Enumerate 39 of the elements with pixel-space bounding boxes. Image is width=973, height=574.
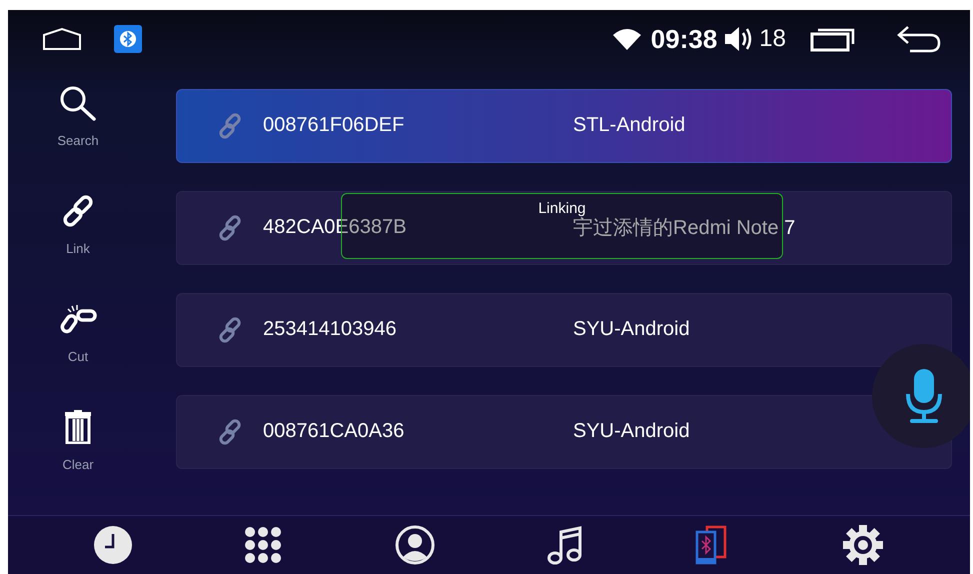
device-row[interactable]: 253414103946 SYU-Android <box>176 292 952 367</box>
search-icon <box>58 84 98 122</box>
volume-icon <box>723 25 754 54</box>
contacts-nav-button[interactable] <box>394 524 435 565</box>
person-icon <box>394 524 435 565</box>
bluetooth-phones-icon <box>695 524 730 565</box>
trash-icon <box>62 410 93 444</box>
wifi-icon <box>610 27 643 52</box>
device-address: 008761F06DEF <box>263 114 404 138</box>
music-note-icon <box>547 524 584 565</box>
volume-level: 18 <box>759 25 786 54</box>
settings-icon <box>842 524 884 566</box>
app-grid-icon <box>244 526 282 564</box>
search-button[interactable]: Search <box>57 82 99 191</box>
bluetooth-nav-button[interactable] <box>695 524 730 565</box>
device-address: 008761CA0A36 <box>263 420 404 444</box>
back-icon[interactable] <box>896 25 942 54</box>
device-address: 253414103946 <box>263 318 396 342</box>
music-nav-button[interactable] <box>547 524 584 565</box>
device-name: STL-Android <box>573 114 686 138</box>
link-button[interactable]: Link <box>61 190 95 299</box>
microphone-icon <box>904 368 944 424</box>
device-row[interactable]: 008761F06DEF STL-Android <box>176 88 952 163</box>
settings-nav-button[interactable] <box>842 524 884 566</box>
recent-apps-icon[interactable] <box>810 26 856 52</box>
apps-nav-button[interactable] <box>244 526 282 564</box>
bluetooth-app-icon[interactable] <box>114 25 142 54</box>
device-name: 宇过添情的Redmi Note 7 <box>573 216 796 242</box>
clock-time: 09:38 <box>650 24 718 55</box>
chain-link-icon <box>61 194 95 228</box>
cut-button[interactable]: Cut <box>58 298 98 407</box>
home-icon[interactable] <box>42 27 82 52</box>
device-name: SYU-Android <box>573 420 690 444</box>
clock-nav-button[interactable] <box>94 526 132 564</box>
device-name: SYU-Android <box>573 318 690 342</box>
device-row[interactable]: 008761CA0A36 SYU-Android <box>176 394 952 469</box>
clear-button[interactable]: Clear <box>62 406 94 515</box>
clock-icon <box>94 526 132 564</box>
broken-chain-icon <box>58 302 98 335</box>
